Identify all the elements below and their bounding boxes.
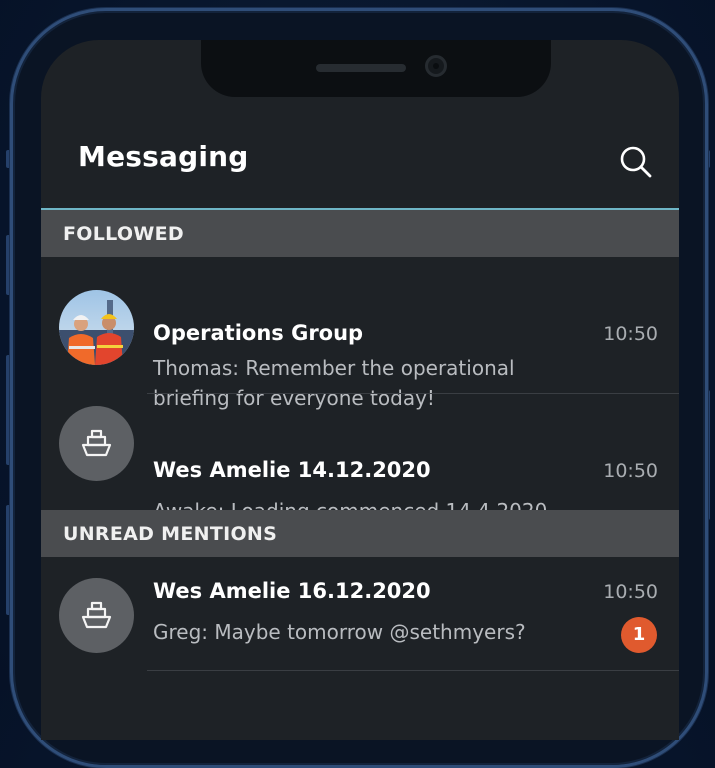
conversation-row-wes-amelie-14[interactable]: Wes Amelie 14.12.2020 10:50 Awake: Loadi… bbox=[41, 394, 679, 523]
phone-notch bbox=[201, 40, 551, 97]
avatar-ship bbox=[59, 578, 134, 653]
front-camera bbox=[425, 55, 447, 77]
section-header-followed: FOLLOWED bbox=[41, 210, 679, 257]
unread-count-badge: 1 bbox=[621, 617, 657, 653]
section-header-unread-mentions: UNREAD MENTIONS bbox=[41, 510, 679, 557]
conversation-time: 10:50 bbox=[603, 323, 658, 345]
avatar-ship bbox=[59, 406, 134, 481]
phone-screen: Messaging FOLLOWED Operations Group 10:5… bbox=[41, 40, 679, 740]
speaker-grille bbox=[316, 64, 406, 72]
row-divider bbox=[147, 670, 679, 671]
section-label-followed: FOLLOWED bbox=[63, 223, 184, 245]
section-label-unread-mentions: UNREAD MENTIONS bbox=[63, 523, 278, 545]
conversation-name: Wes Amelie 16.12.2020 bbox=[153, 579, 431, 603]
search-button[interactable] bbox=[616, 142, 656, 182]
conversation-name: Wes Amelie 14.12.2020 bbox=[153, 458, 431, 482]
page-title: Messaging bbox=[78, 140, 249, 173]
conversation-name: Operations Group bbox=[153, 321, 364, 345]
ship-icon bbox=[81, 429, 112, 457]
conversation-time: 10:50 bbox=[603, 460, 658, 482]
app-header: Messaging bbox=[41, 120, 679, 210]
conversation-preview: Greg: Maybe tomorrow @sethmyers? bbox=[153, 620, 526, 644]
search-icon bbox=[620, 146, 652, 178]
avatar-group-photo bbox=[59, 290, 134, 365]
group-photo-image bbox=[59, 290, 134, 365]
ship-icon bbox=[81, 601, 112, 629]
conversation-time: 10:50 bbox=[603, 581, 658, 603]
conversation-row-wes-amelie-16[interactable]: Wes Amelie 16.12.2020 10:50 Greg: Maybe … bbox=[41, 557, 679, 672]
conversation-row-operations-group[interactable]: Operations Group 10:50 Thomas: Remember … bbox=[41, 257, 679, 410]
